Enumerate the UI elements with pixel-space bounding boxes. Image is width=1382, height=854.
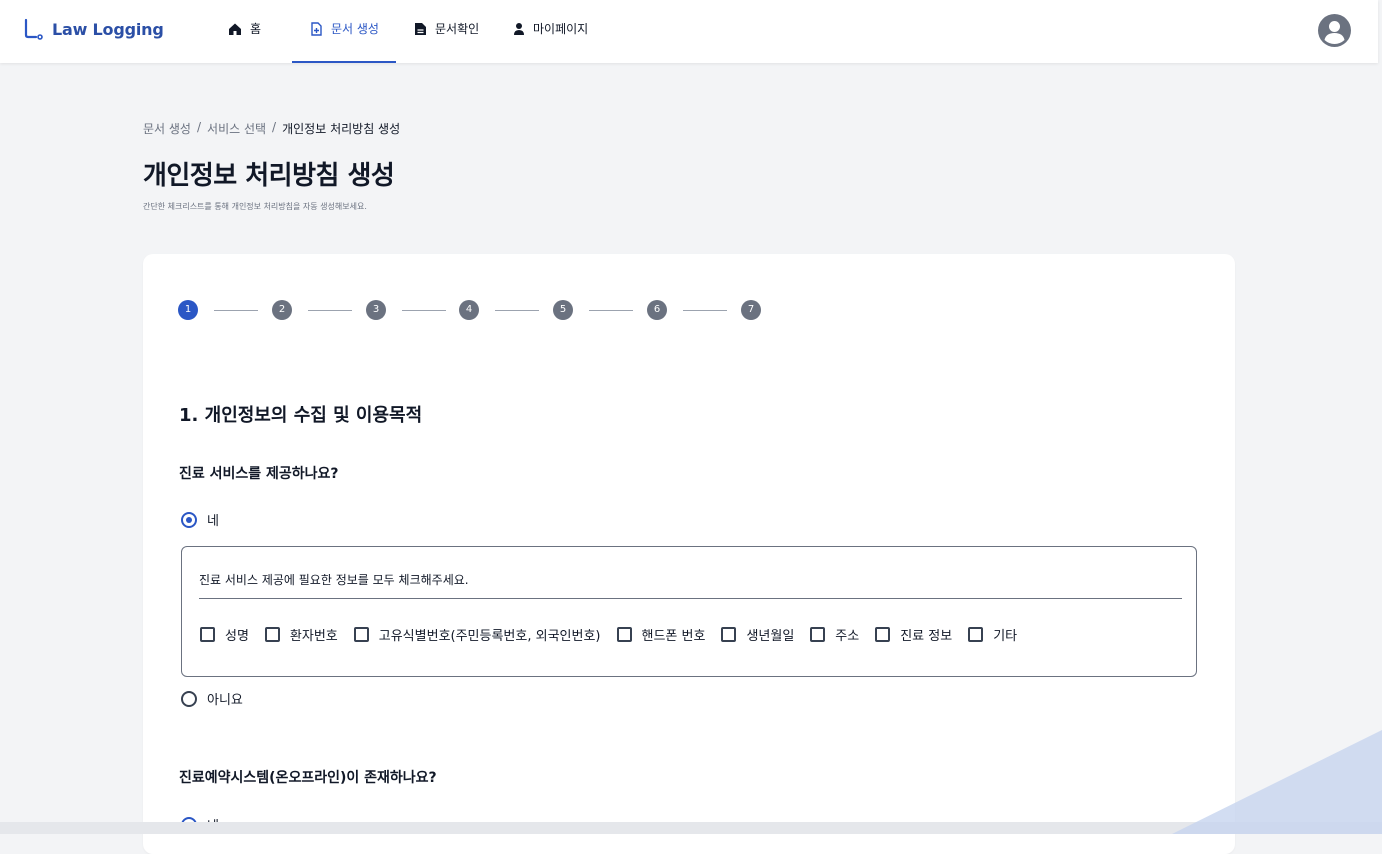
breadcrumb-item-create[interactable]: 문서 생성 [143,120,191,137]
page-title: 개인정보 처리방침 생성 [143,161,395,191]
checkbox-option-unique-id[interactable]: 고유식별번호(주민등록번호, 외국인번호) [353,625,601,644]
checkbox-option-medical-info[interactable]: 진료 정보 [875,625,952,644]
checkbox-label: 고유식별번호(주민등록번호, 외국인번호) [378,629,601,644]
checkbox-label: 핸드폰 번호 [641,629,706,644]
step-connector [589,310,633,311]
logo-icon [24,18,43,40]
checkbox-patient-number[interactable] [264,627,280,642]
step-connector [683,310,727,311]
step-connector [402,310,446,311]
nav-home-label: 홈 [250,22,262,36]
brand-logo[interactable]: Law Logging [22,18,164,40]
person-icon [514,22,524,35]
top-navbar: Law Logging 홈 문서 생성 문서확인 마이페이지 [0,0,1378,63]
divider [199,598,1182,599]
checkbox-medical-info[interactable] [875,627,891,642]
home-icon [229,23,241,35]
nav-home[interactable]: 홈 [228,20,261,37]
step-7[interactable]: 7 [741,300,761,320]
step-5[interactable]: 5 [553,300,573,320]
step-connector [308,310,352,311]
checkbox-address[interactable] [810,627,826,642]
section-title: 1. 개인정보의 수집 및 이용목적 [179,405,423,426]
checkbox-label: 환자번호 [289,629,338,644]
step-6[interactable]: 6 [647,300,667,320]
document-plus-icon [311,21,322,36]
document-icon [415,22,426,35]
checkbox-label: 주소 [835,629,860,644]
breadcrumb-separator: / [196,120,202,134]
step-connector [214,310,258,311]
nav-mypage-label: 마이페이지 [533,22,589,36]
step-2[interactable]: 2 [272,300,292,320]
breadcrumb: 문서 생성 / 서비스 선택 / 개인정보 처리방침 생성 [143,120,400,137]
nav-mypage[interactable]: 마이페이지 [513,20,588,37]
checkbox-option-name[interactable]: 성명 [200,625,249,644]
nav-create-document-label: 문서 생성 [331,22,379,36]
step-1[interactable]: 1 [178,300,198,320]
breadcrumb-item-current: 개인정보 처리방침 생성 [282,122,401,136]
checkbox-label: 진료 정보 [900,629,953,644]
checkbox-label: 성명 [225,629,249,644]
step-3[interactable]: 3 [366,300,386,320]
page-subtitle: 간단한 체크리스트를 통해 개인정보 처리방침을 자동 생성해보세요. [143,202,367,211]
step-4[interactable]: 4 [459,300,479,320]
active-tab-indicator [292,61,396,63]
user-avatar-icon[interactable] [1318,14,1351,47]
checklist-prompt: 진료 서비스 제공에 필요한 정보를 모두 체크해주세요. [199,573,469,587]
info-checklist-panel: 진료 서비스 제공에 필요한 정보를 모두 체크해주세요. 성명 환자번호 고유… [181,546,1197,677]
radio-button-yes[interactable] [181,511,197,528]
checkbox-option-phone[interactable]: 핸드폰 번호 [616,625,706,644]
radio-button-no[interactable] [181,690,197,707]
nav-check-document[interactable]: 문서확인 [414,20,479,37]
checkbox-label: 생년월일 [746,629,795,644]
nav-check-document-label: 문서확인 [435,22,480,36]
checkbox-birthdate[interactable] [721,627,737,642]
checkbox-unique-id[interactable] [353,627,369,642]
checkbox-label: 기타 [993,629,1018,644]
brand-name: Law Logging [52,19,164,39]
checkbox-other[interactable] [968,627,984,642]
question-reservation-system: 진료예약시스템(온오프라인)이 존재하나요? [179,770,437,786]
checkbox-option-other[interactable]: 기타 [968,625,1017,644]
nav-create-document[interactable]: 문서 생성 [309,20,379,37]
radio-label-no: 아니요 [207,693,243,708]
checkbox-group: 성명 환자번호 고유식별번호(주민등록번호, 외국인번호) 핸드폰 번호 생년월… [200,625,1033,644]
checkbox-name[interactable] [200,627,215,642]
checkbox-phone[interactable] [616,627,632,642]
breadcrumb-item-service-select[interactable]: 서비스 선택 [207,120,266,137]
checkbox-option-address[interactable]: 주소 [810,625,859,644]
radio-option-no[interactable]: 아니요 [181,689,243,708]
breadcrumb-separator: / [272,120,277,134]
progress-stepper: 1 2 3 4 5 6 7 [178,299,778,321]
question-treatment-service: 진료 서비스를 제공하나요? [179,466,339,482]
background-decoration [1172,730,1382,834]
checkbox-option-patient-number[interactable]: 환자번호 [264,625,338,644]
step-connector [495,310,539,311]
radio-option-yes[interactable]: 네 [181,510,219,529]
radio-label-yes: 네 [207,514,219,529]
form-card: 1 2 3 4 5 6 7 1. 개인정보의 수집 및 이용목적 진료 서비스를… [143,254,1235,854]
checkbox-option-birthdate[interactable]: 생년월일 [721,625,794,644]
